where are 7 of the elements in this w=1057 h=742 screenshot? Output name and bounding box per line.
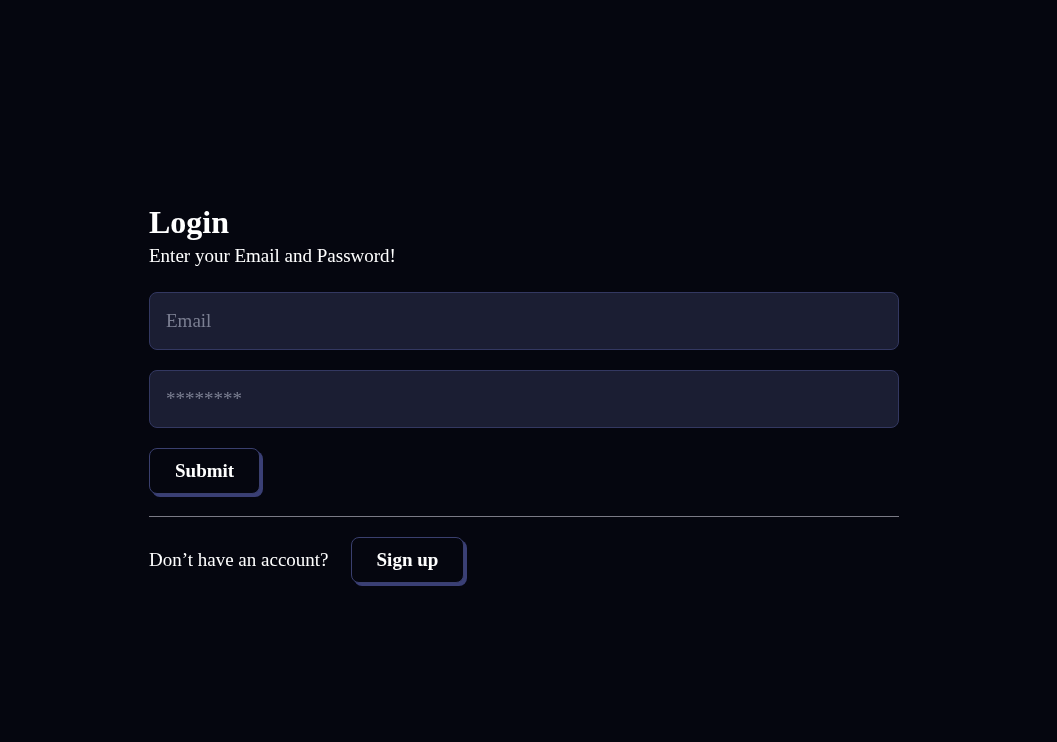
login-title: Login [149,204,230,240]
input-field[interactable]: Email [149,292,899,350]
input-field[interactable]: ******** [149,370,899,428]
sign-up-button[interactable]: Sign up [350,537,465,583]
signup-prompt: Don’t have an account? [149,549,329,571]
submit-button[interactable]: Submit [149,448,261,494]
login-subtitle: Enter your Email and Password! [149,244,396,268]
